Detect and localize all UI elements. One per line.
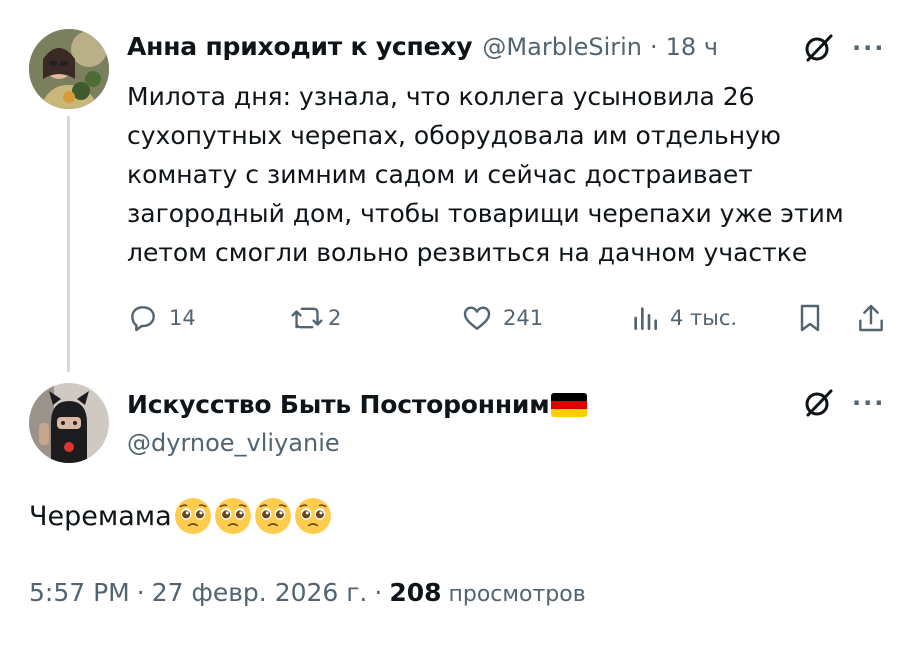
views-icon (634, 307, 658, 330)
footer-views-count: 208 (389, 578, 442, 607)
header-separator: · (650, 33, 658, 61)
share-button[interactable] (856, 302, 886, 334)
tweet-date[interactable]: 27 февр. 2026 г. (152, 578, 368, 607)
views-action[interactable]: 4 тыс. (630, 302, 737, 334)
like-count: 241 (503, 306, 544, 330)
reply-header: Искусство Быть Посторонним (127, 390, 588, 419)
heart-icon (463, 306, 491, 330)
reply-tweet-text-row: Черемама (29, 497, 332, 535)
original-author-name[interactable]: Анна приходит к успеху (127, 32, 473, 61)
emoji-row (172, 497, 332, 535)
views-count: 4 тыс. (670, 306, 738, 330)
original-handle[interactable]: @MarbleSirin (482, 33, 642, 61)
like-action[interactable]: 241 (461, 302, 543, 334)
original-header: Анна приходит к успеху @MarbleSirin · 18… (127, 32, 718, 61)
avatar-original[interactable] (29, 29, 109, 109)
bookmark-button[interactable] (796, 302, 824, 334)
share-icon (859, 304, 883, 332)
reply-author-name[interactable]: Искусство Быть Посторонним (127, 390, 550, 419)
footer-views-label: просмотров (448, 582, 586, 607)
grok-icon[interactable] (802, 387, 834, 423)
repost-action[interactable]: 2 (290, 302, 341, 334)
pleading-face-emoji (214, 498, 251, 534)
reply-icon (131, 306, 155, 332)
pleading-face-emoji (294, 498, 331, 534)
germany-flag-icon (551, 392, 588, 417)
avatar-reply-image (29, 383, 109, 463)
bookmark-icon (800, 304, 820, 332)
footer-separator: · (136, 578, 145, 607)
tweet-footer: 5:57 PM · 27 февр. 2026 г. · 208 просмот… (29, 578, 586, 607)
thread-line (67, 116, 70, 372)
original-more-button[interactable]: ··· (852, 34, 885, 62)
tweet-time[interactable]: 5:57 PM (29, 578, 130, 607)
avatar-reply[interactable] (29, 383, 109, 463)
original-timestamp[interactable]: 18 ч (666, 33, 718, 61)
avatar-original-image (29, 29, 109, 109)
footer-separator-2: · (374, 578, 383, 607)
pleading-face-emoji (254, 498, 291, 534)
repost-count: 2 (328, 306, 342, 330)
reply-tweet-text: Черемама (29, 500, 172, 532)
reply-action[interactable]: 14 (127, 302, 196, 334)
reply-more-button[interactable]: ··· (852, 389, 885, 417)
grok-icon[interactable] (802, 32, 834, 68)
reply-handle[interactable]: @dyrnoe_vliyanie (127, 429, 340, 457)
repost-icon (291, 307, 323, 329)
original-tweet-text: Милота дня: узнала, что коллега усыновил… (127, 82, 844, 267)
pleading-face-emoji (174, 498, 211, 534)
reply-count: 14 (169, 306, 196, 330)
